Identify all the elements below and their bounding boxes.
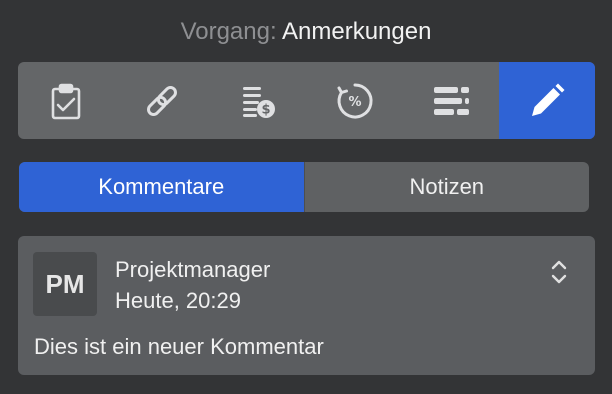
comment-author: Projektmanager — [115, 257, 271, 282]
tool-clipboard-button[interactable] — [18, 62, 114, 139]
progress-percent-icon: % — [337, 82, 373, 118]
svg-text:$: $ — [262, 102, 271, 117]
comment-card: PM Projektmanager Heute, 20:29 Dies ist … — [18, 236, 595, 375]
tab-notizen[interactable]: Notizen — [303, 162, 590, 212]
clipboard-check-icon — [51, 83, 81, 119]
link-icon — [147, 85, 178, 116]
tab-kommentare[interactable]: Kommentare — [19, 162, 304, 212]
tab-segment: Kommentare Notizen — [19, 162, 589, 212]
svg-text:%: % — [348, 95, 361, 110]
tool-list-button[interactable] — [403, 62, 499, 139]
pencil-icon — [531, 83, 565, 116]
comment-time: Heute, 20:29 — [115, 288, 241, 313]
tool-notes-button[interactable] — [498, 62, 595, 139]
page-title: Vorgang: Anmerkungen — [0, 18, 612, 46]
tool-link-button[interactable] — [114, 62, 210, 139]
comment-text: Dies ist ein neuer Kommentar — [34, 334, 324, 359]
expand-button[interactable] — [545, 256, 573, 288]
toolbar: $ % — [18, 62, 595, 139]
tool-cost-button[interactable]: $ — [210, 62, 306, 139]
avatar: PM — [33, 252, 97, 316]
cost-list-icon: $ — [243, 86, 276, 118]
title-value: Anmerkungen — [282, 18, 432, 45]
title-label: Vorgang: — [180, 18, 277, 45]
chevron-up-down-icon — [551, 260, 567, 284]
list-lines-icon — [433, 86, 469, 115]
tool-progress-button[interactable]: % — [306, 62, 402, 139]
